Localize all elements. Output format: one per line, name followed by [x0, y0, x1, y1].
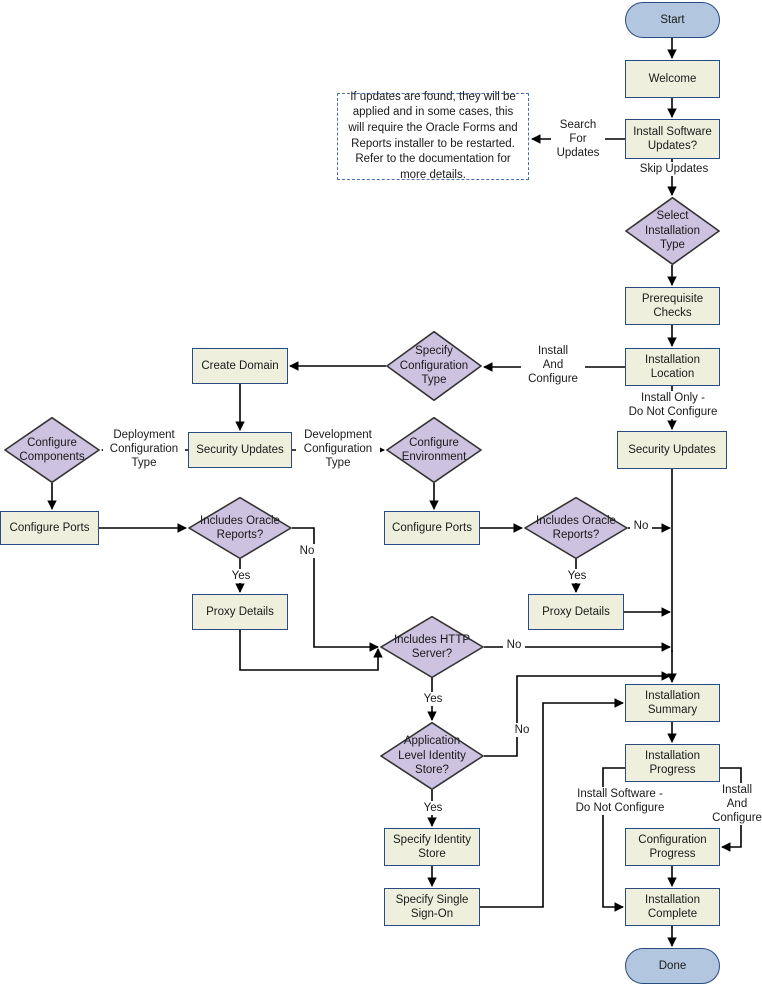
edge-label-no-identity-store: No	[511, 723, 533, 738]
node-label: Welcome	[648, 72, 697, 85]
node-label: Configure Ports	[9, 521, 90, 534]
edge-label-yes-reports-right: Yes	[563, 569, 591, 584]
node-label: Done	[658, 959, 687, 972]
node-specify-config-type: Specify Configuration Type	[386, 331, 482, 401]
decision-shape	[386, 331, 482, 401]
node-proxy-details-r: Proxy Details	[528, 594, 624, 630]
node-label: Installation Summary	[645, 689, 700, 716]
decision-shape	[524, 497, 628, 559]
node-label: Prerequisite Checks	[641, 292, 704, 319]
edge-label-no-reports-left: No	[296, 544, 318, 559]
node-installation-complete: Installation Complete	[625, 888, 720, 926]
decision-shape	[380, 722, 484, 790]
node-label: Specify Single Sign-On	[395, 893, 469, 920]
node-specify-identity: Specify Identity Store	[384, 828, 480, 866]
node-installation-summary: Installation Summary	[625, 684, 720, 722]
edge-label-install-software-do-not-configure: Install Software - Do Not Configure	[556, 787, 684, 816]
edge-label-development-configuration-type: Development Configuration Type	[296, 428, 380, 471]
node-configure-ports-r: Configure Ports	[384, 511, 480, 545]
node-label: Install Software Updates?	[633, 125, 712, 152]
node-includes-reports-r: Includes Oracle Reports?	[524, 497, 628, 559]
node-includes-reports-l: Includes Oracle Reports?	[188, 497, 292, 559]
node-configure-ports-l: Configure Ports	[0, 511, 99, 545]
node-label: Installation Progress	[645, 749, 700, 776]
node-label: Configuration Progress	[638, 833, 707, 860]
node-installation-progress: Installation Progress	[625, 744, 720, 782]
node-label: Specify Identity Store	[393, 833, 471, 860]
node-welcome: Welcome	[625, 60, 720, 98]
edge-label-install-only-do-not-configure: Install Only - Do Not Configure	[612, 391, 734, 420]
decision-shape	[4, 417, 100, 483]
node-label: Security Updates	[628, 443, 716, 456]
edge-label-yes-http: Yes	[419, 692, 447, 707]
node-prerequisite-checks: Prerequisite Checks	[625, 287, 720, 325]
node-security-updates-l: Security Updates	[188, 432, 292, 468]
node-specify-sso: Specify Single Sign-On	[384, 888, 480, 926]
node-label: Installation Location	[645, 353, 700, 380]
node-label: Configure Ports	[392, 521, 472, 534]
node-done: Done	[625, 948, 720, 984]
node-configure-env: Configure Environment	[386, 417, 482, 483]
node-proxy-details-l: Proxy Details	[192, 594, 288, 630]
node-label: Start	[660, 13, 685, 26]
edge-label-no-http: No	[503, 638, 525, 653]
edge-label-search-for-updates: Search For Updates	[551, 118, 605, 161]
node-label: Installation Complete	[645, 893, 700, 920]
edge-label-skip-updates: Skip Updates	[633, 162, 715, 177]
node-label: Create Domain	[201, 359, 279, 372]
edge-label-yes-identity-store: Yes	[419, 801, 447, 816]
node-install-sw-updates: Install Software Updates?	[625, 119, 720, 159]
edge-label-deployment-configuration-type: Deployment Configuration Type	[103, 428, 185, 471]
node-select-install-type: Select Installation Type	[625, 197, 720, 265]
updates-note: If updates are found, they will be appli…	[337, 90, 529, 181]
node-installation-location: Installation Location	[625, 348, 720, 386]
decision-shape	[188, 497, 292, 559]
node-app-level-identity: Application Level Identity Store?	[380, 722, 484, 790]
node-start: Start	[625, 2, 720, 38]
edge-label-no-reports-right: No	[630, 519, 652, 534]
node-configuration-progress: Configuration Progress	[625, 828, 720, 866]
updates-note-text: If updates are found, they will be appli…	[348, 90, 518, 181]
node-label: Security Updates	[196, 443, 284, 456]
flowchart-canvas: Start Welcome Install Software Updates? Sel…	[0, 0, 762, 985]
decision-shape	[380, 616, 484, 678]
node-label: Proxy Details	[206, 605, 274, 618]
decision-shape	[625, 197, 720, 265]
node-includes-http: Includes HTTP Server?	[380, 616, 484, 678]
edge-label-install-and-configure-1: Install And Configure	[521, 344, 585, 387]
edge-label-install-and-configure-2: Install And Configure	[710, 783, 762, 826]
node-create-domain: Create Domain	[192, 348, 288, 384]
node-label: Proxy Details	[542, 605, 610, 618]
decision-shape	[386, 417, 482, 483]
edge-label-yes-reports-left: Yes	[227, 569, 255, 584]
node-security-updates-r: Security Updates	[617, 431, 727, 469]
node-configure-components: Configure Components	[4, 417, 100, 483]
